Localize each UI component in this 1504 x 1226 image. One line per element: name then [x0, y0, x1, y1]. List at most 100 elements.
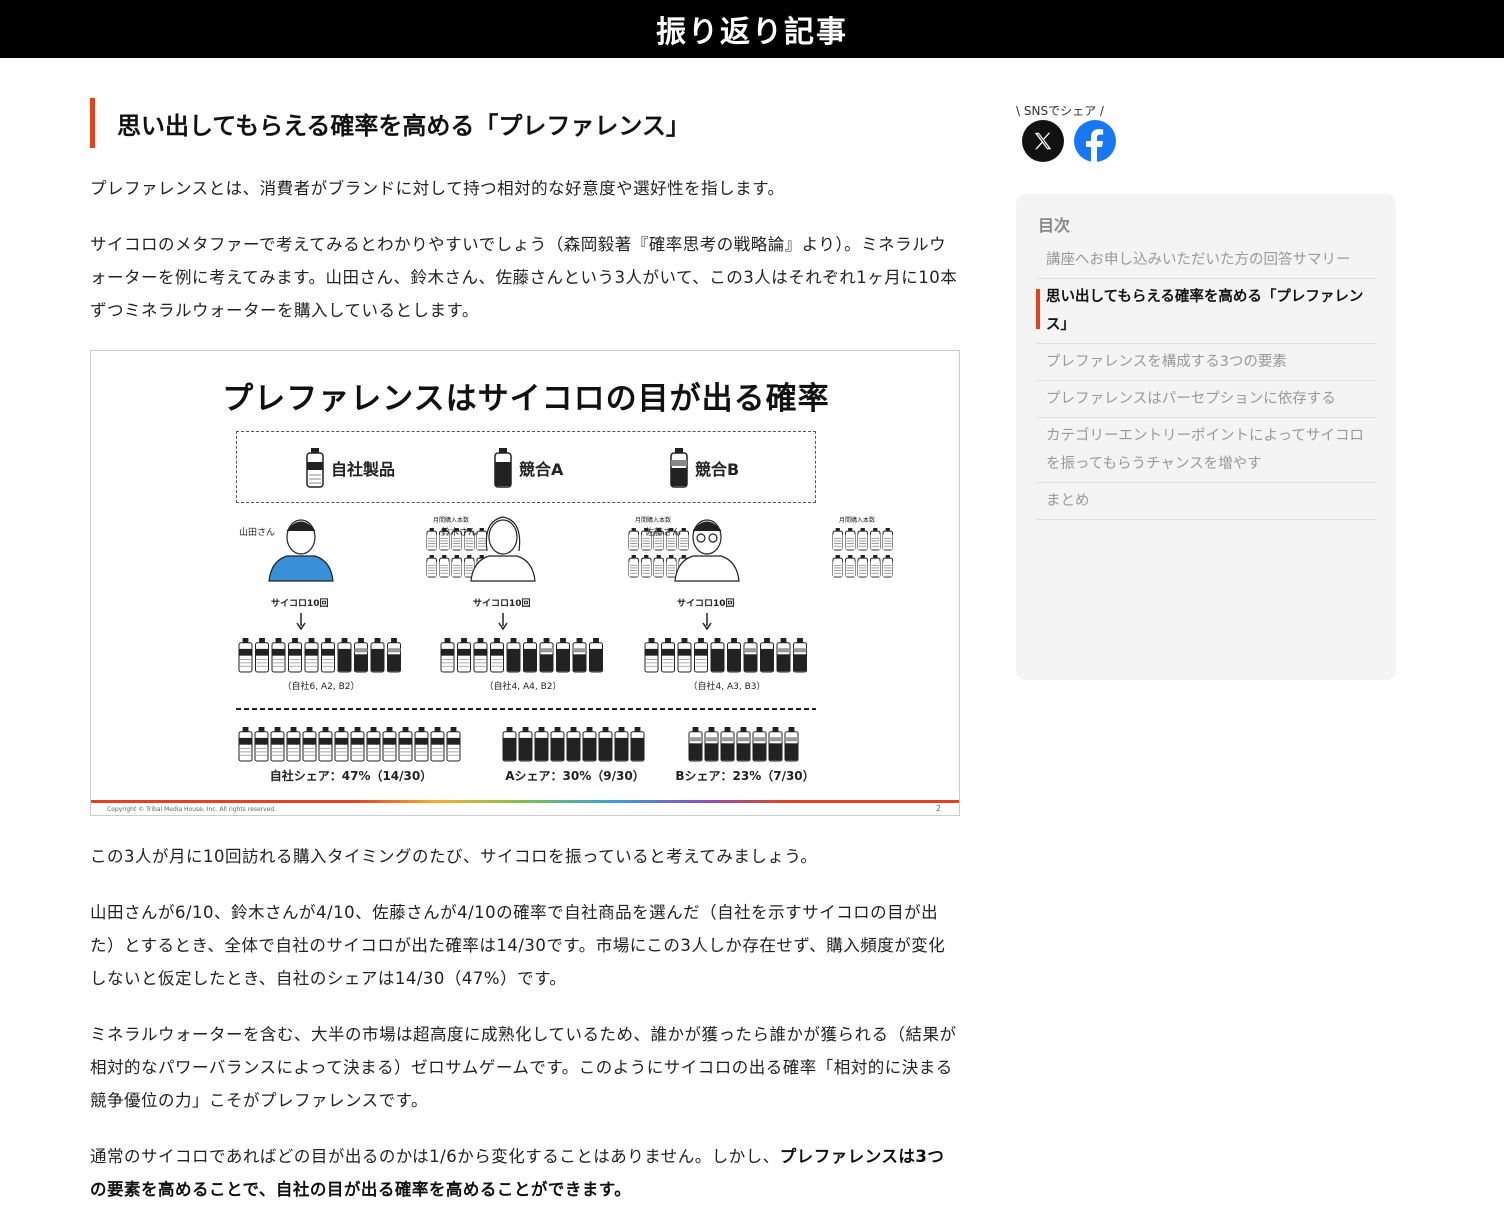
article: 思い出してもらえる確率を高める「プレファレンス」 プレファレンスとは、消費者がブ…	[90, 98, 960, 1199]
bottle-share	[518, 727, 533, 762]
bottle-share	[784, 727, 799, 762]
top-banner: 振り返り記事	[0, 0, 1504, 58]
x-logo-icon	[1034, 132, 1052, 150]
share-buttons	[1022, 120, 1116, 162]
bottle-share	[752, 727, 767, 762]
facebook-share-button[interactable]	[1074, 120, 1116, 162]
bottle-share	[720, 727, 735, 762]
bottle-monthly	[857, 528, 868, 551]
bottle-result	[337, 638, 352, 673]
person-body	[674, 555, 740, 582]
bottle-share	[286, 727, 301, 762]
bottle-result	[288, 638, 302, 673]
bottle-monthly	[857, 555, 868, 578]
person-result: （自社4, A3, B3）	[689, 680, 766, 692]
bottle-share	[630, 727, 645, 762]
paragraph-1: プレファレンスとは、消費者がブランドに対して持つ相対的な好意度や選好性を指します…	[90, 179, 785, 198]
bottle-monthly	[628, 528, 639, 551]
bottle-share	[582, 727, 597, 762]
bottle-share	[238, 727, 253, 762]
toc-item[interactable]: プレファレンスはパーセプションに依存する	[1036, 381, 1376, 418]
bottle-result	[506, 638, 521, 673]
toc-item[interactable]: まとめ	[1036, 483, 1376, 520]
bottle-share	[318, 727, 333, 762]
bottle-monthly	[882, 555, 893, 578]
person-result: （自社4, A4, B2）	[485, 680, 562, 692]
person-name: 佐藤さん	[645, 526, 681, 538]
figure-diagram: 山田さん 月間購入本数サイコロ10回 （自社6, A2, B2） 鈴木さん 月間購入本数…	[236, 516, 893, 783]
bottle-share	[534, 727, 549, 762]
bottle-monthly	[870, 555, 881, 578]
bottle-monthly	[426, 555, 437, 578]
bottle-result	[354, 638, 368, 673]
monthly-label: 月間購入本数	[433, 516, 469, 524]
share-label: Bシェア：23%（7/30）	[675, 768, 814, 783]
figure-color-bar	[91, 800, 959, 803]
bottle-result	[539, 638, 554, 673]
bottle-result	[457, 638, 471, 673]
bottle-monthly	[870, 528, 881, 551]
share-label: 自社シェア：47%（14/30）	[270, 768, 433, 783]
table-of-contents: 目次 講座へお申し込みいただいた方の回答サマリー 思い出してもらえる確率を高める「…	[1016, 194, 1396, 680]
share-label: Aシェア：30%（9/30）	[505, 768, 644, 783]
bottle-result	[776, 638, 791, 673]
bottle-share	[398, 727, 413, 762]
bottle-result	[321, 638, 335, 673]
bottle-result	[523, 638, 537, 673]
bottle-share	[270, 727, 285, 762]
bottle-monthly	[882, 528, 893, 551]
person-body	[470, 555, 536, 582]
toc-item[interactable]: 思い出してもらえる確率を高める「プレファレンス」	[1036, 279, 1376, 344]
person-hair	[692, 521, 722, 532]
bottle-result	[304, 638, 319, 673]
bottle-result	[370, 638, 385, 673]
bottle-result	[710, 638, 725, 673]
person-hair	[286, 521, 316, 532]
dice-label: サイコロ10回	[677, 598, 735, 609]
bottle-result	[440, 638, 455, 673]
bottle-result	[644, 638, 659, 673]
toc-item[interactable]: プレファレンスを構成する3つの要素	[1036, 344, 1376, 381]
bottle-result	[743, 638, 758, 673]
bottle-result	[694, 638, 708, 673]
paragraph-2: サイコロのメタファーで考えてみるとわかりやすいでしょう（森岡毅著『確率思考の戦略…	[90, 235, 958, 320]
preference-figure: プレファレンスはサイコロの目が出る確率 自社製品 競合A 競合B 山田さん 月間購…	[90, 350, 960, 816]
toc-list: 講座へお申し込みいただいた方の回答サマリー 思い出してもらえる確率を高める「プレフ…	[1036, 242, 1376, 520]
person-name: 鈴木さん	[441, 526, 477, 538]
bottle-share	[550, 727, 565, 762]
paragraph-6: 通常のサイコロであればどの目が出るのかは1/6から変化することはありません。しか…	[90, 1140, 960, 1206]
bottle-monthly	[845, 528, 856, 551]
person-name: 山田さん	[239, 527, 275, 538]
monthly-label: 月間購入本数	[839, 516, 875, 524]
bottle-monthly	[628, 555, 639, 578]
bottle-result	[255, 638, 269, 673]
bottle-share	[254, 727, 269, 762]
bottle-share	[502, 727, 517, 762]
facebook-logo-icon	[1086, 129, 1104, 162]
toc-item[interactable]: 講座へお申し込みいただいた方の回答サマリー	[1036, 242, 1376, 279]
monthly-label: 月間購入本数	[635, 516, 671, 524]
bottle-monthly	[666, 555, 677, 578]
banner-title: 振り返り記事	[656, 15, 848, 50]
paragraph-5: ミネラルウォーターを含む、大半の市場は超高度に成熟化しているため、誰かが獲ったら…	[90, 1025, 957, 1110]
dice-label: サイコロ10回	[271, 598, 329, 609]
paragraph-3: この3人が月に10回訪れる購入タイミングのたび、サイコロを振っていると考えてみま…	[90, 847, 818, 866]
bottle-share	[614, 727, 629, 762]
bottle-share	[598, 727, 613, 762]
bottle-share	[446, 727, 461, 762]
bottle-result	[271, 638, 286, 673]
bottle-monthly	[653, 555, 664, 578]
bottle-result	[589, 638, 603, 673]
toc-item[interactable]: カテゴリーエントリーポイントによってサイコロを振ってもらうチャンスを増やす	[1036, 418, 1376, 483]
bottle-monthly	[832, 555, 843, 578]
bottle-monthly	[832, 528, 843, 551]
paragraph-4: 山田さんが6/10、鈴木さんが4/10、佐藤さんが4/10の確率で自社商品を選ん…	[90, 903, 946, 988]
person-head	[488, 519, 518, 555]
person-body	[268, 555, 334, 582]
bottle-result	[793, 638, 807, 673]
bottle-share	[382, 727, 397, 762]
toc-title: 目次	[1038, 216, 1071, 235]
bottle-result	[572, 638, 587, 673]
x-share-button[interactable]	[1022, 120, 1064, 162]
bottle-result	[661, 638, 675, 673]
